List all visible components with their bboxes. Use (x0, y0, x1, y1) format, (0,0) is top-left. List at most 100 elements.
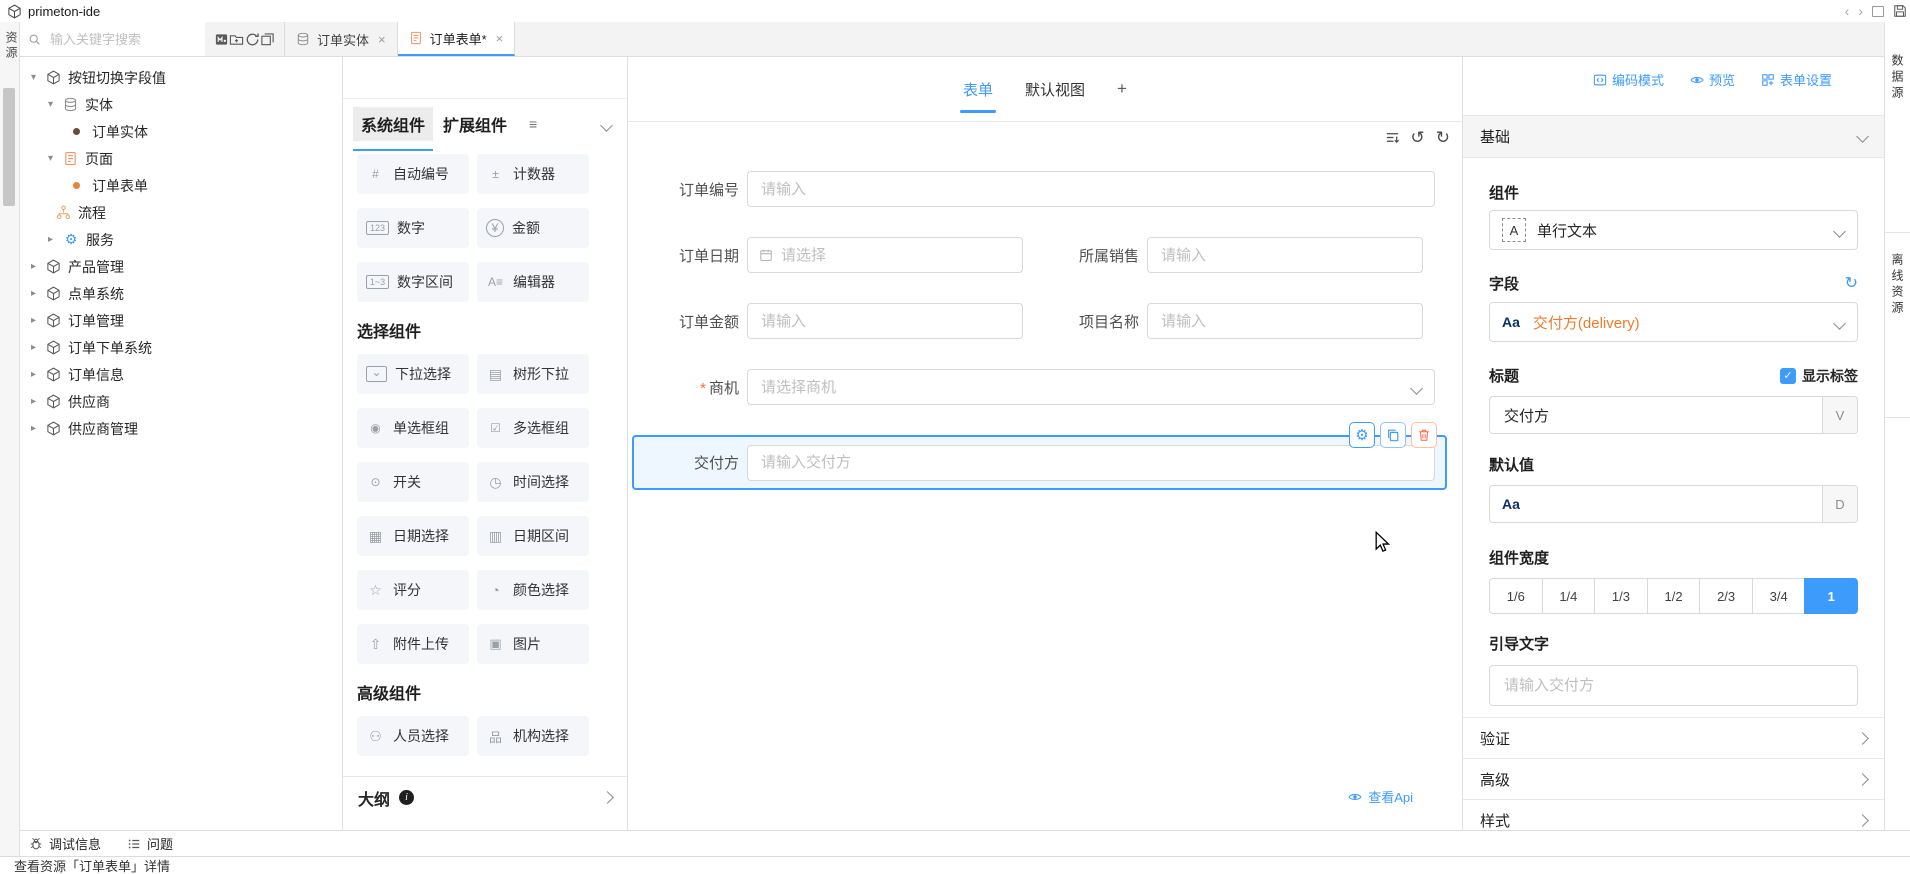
default-dynamic-button[interactable]: D (1822, 486, 1857, 522)
width-option[interactable]: 1/2 (1647, 578, 1701, 614)
undo-icon[interactable]: ↺ (1411, 129, 1425, 146)
field-select[interactable]: Aa 交付方(delivery) (1489, 302, 1858, 342)
section-advanced[interactable]: 高级 (1463, 758, 1884, 799)
tree-item[interactable]: ▸点单系统 (20, 280, 342, 307)
width-option-selected[interactable]: 1 (1804, 578, 1858, 614)
redo-icon[interactable]: ↻ (1436, 129, 1450, 146)
expand-arrow-icon[interactable]: ▾ (45, 99, 56, 110)
palette-item-number[interactable]: 123数字 (357, 208, 469, 248)
close-tab-icon[interactable]: × (378, 32, 386, 47)
code-mode-button[interactable]: 编码模式 (1593, 70, 1664, 89)
order-date-input[interactable] (747, 237, 1023, 273)
save-icon[interactable] (1893, 4, 1907, 18)
palette-item-number-range[interactable]: 1~3数字区间 (357, 262, 469, 302)
nav-back-icon[interactable]: ‹ (1845, 4, 1850, 18)
palette-item-date-picker[interactable]: ▦日期选择 (357, 516, 469, 556)
guide-text-field[interactable] (1489, 665, 1858, 706)
palette-item-time-picker[interactable]: ◷时间选择 (477, 462, 589, 502)
expand-arrow-icon[interactable]: ▸ (28, 315, 39, 326)
outline-expand-icon[interactable] (601, 791, 614, 804)
palette-item-radio-group[interactable]: ◉单选框组 (357, 408, 469, 448)
field-copy-button[interactable] (1380, 422, 1406, 448)
expand-arrow-icon[interactable]: ▸ (28, 396, 39, 407)
tree-item[interactable]: 订单实体 (20, 118, 342, 145)
show-label-checkbox[interactable]: ✓ 显示标签 (1780, 366, 1858, 386)
order-no-input[interactable] (747, 171, 1435, 207)
tree-item[interactable]: ▾实体 (20, 91, 342, 118)
tree-item[interactable]: 订单表单 (20, 172, 342, 199)
palette-item-image[interactable]: ▣图片 (477, 624, 589, 664)
form-settings-button[interactable]: 表单设置 (1761, 70, 1832, 89)
field-row-order-no[interactable]: 订单编号 (628, 171, 1462, 207)
palette-item-attachment-upload[interactable]: ⇧附件上传 (357, 624, 469, 664)
nav-forward-icon[interactable]: › (1858, 4, 1863, 18)
delivery-input[interactable] (747, 445, 1435, 481)
view-api-link[interactable]: 查看Api (1348, 787, 1413, 806)
palette-collapse-icon[interactable] (600, 119, 613, 132)
default-value-input[interactable]: Aa (1490, 486, 1822, 522)
tab-form[interactable]: 表单 (963, 79, 993, 100)
refresh-field-icon[interactable]: ↻ (1845, 276, 1858, 292)
outline-bar[interactable]: 大纲 i (343, 776, 627, 818)
palette-item-tree-dropdown[interactable]: ▤树形下拉 (477, 354, 589, 394)
title-input[interactable] (1502, 406, 1810, 425)
expand-arrow-icon[interactable]: ▸ (28, 423, 39, 434)
palette-item-money[interactable]: ¥金额 (477, 208, 589, 248)
doc-tab-order-entity[interactable]: 订单实体 × (285, 22, 398, 56)
expand-arrow-icon[interactable]: ▾ (45, 153, 56, 164)
tab-extended-components[interactable]: 扩展组件 (435, 107, 515, 141)
doc-tab-order-form[interactable]: 订单表单* × (398, 22, 516, 56)
palette-item-auto-number[interactable]: #自动编号 (357, 154, 469, 194)
preview-button[interactable]: 预览 (1690, 70, 1735, 89)
width-option[interactable]: 3/4 (1752, 578, 1806, 614)
problems-button[interactable]: 问题 (127, 834, 173, 853)
tree-item[interactable]: ▸订单下单系统 (20, 334, 342, 361)
tab-system-components[interactable]: 系统组件 (353, 107, 433, 141)
palette-item-switch[interactable]: ⊙开关 (357, 462, 469, 502)
resources-strip-label[interactable]: 资源 (3, 31, 20, 61)
palette-item-dropdown[interactable]: ⌄下拉选择 (357, 354, 469, 394)
palette-item-editor[interactable]: A≡编辑器 (477, 262, 589, 302)
offline-resources-strip-tab[interactable]: 离线资源 (1885, 233, 1910, 418)
collapse-panels-icon[interactable] (260, 32, 275, 47)
component-select[interactable]: A 单行文本 (1489, 210, 1858, 250)
expand-arrow-icon[interactable]: ▸ (45, 234, 56, 245)
palette-menu-icon[interactable]: ≡ (529, 116, 537, 132)
tab-default-view[interactable]: 默认视图 (1025, 79, 1085, 100)
tree-item[interactable]: ▸订单信息 (20, 361, 342, 388)
section-validation[interactable]: 验证 (1463, 717, 1884, 758)
palette-item-checkbox-group[interactable]: ☑多选框组 (477, 408, 589, 448)
datasource-strip-tab[interactable]: 数据源 (1885, 22, 1910, 233)
expand-arrow-icon[interactable]: ▸ (28, 369, 39, 380)
palette-item-org-select[interactable]: 品机构选择 (477, 716, 589, 756)
palette-item-date-range[interactable]: ▥日期区间 (477, 516, 589, 556)
expand-arrow-icon[interactable]: ▸ (28, 261, 39, 272)
search-input[interactable] (48, 31, 187, 48)
field-settings-button[interactable]: ⚙ (1349, 422, 1375, 448)
palette-item-rate[interactable]: ☆评分 (357, 570, 469, 610)
palette-item-person-select[interactable]: ⚇人员选择 (357, 716, 469, 756)
model-view-icon[interactable] (214, 32, 229, 47)
tree-item[interactable]: ▾页面 (20, 145, 342, 172)
expand-arrow-icon[interactable]: ▸ (28, 288, 39, 299)
tree-item[interactable]: ▸供应商 (20, 388, 342, 415)
opportunity-select[interactable] (747, 369, 1435, 405)
tree-item[interactable]: ▸供应商管理 (20, 415, 342, 442)
tree-item[interactable]: ▸订单管理 (20, 307, 342, 334)
palette-item-counter[interactable]: ±计数器 (477, 154, 589, 194)
tree-item[interactable]: ▸⚙服务 (20, 226, 342, 253)
width-option[interactable]: 1/4 (1542, 578, 1596, 614)
checkbox-checked-icon[interactable]: ✓ (1780, 368, 1796, 384)
width-option[interactable]: 1/3 (1594, 578, 1648, 614)
tree-item[interactable]: ▸产品管理 (20, 253, 342, 280)
palette-item-color-picker[interactable]: ◔颜色选择 (477, 570, 589, 610)
width-option[interactable]: 1/6 (1489, 578, 1543, 614)
title-variable-button[interactable]: V (1822, 397, 1857, 433)
field-delete-button[interactable] (1411, 422, 1437, 448)
tree-item[interactable]: 流程 (20, 199, 342, 226)
field-row-opportunity[interactable]: *商机 (628, 369, 1462, 405)
project-name-input[interactable] (1147, 303, 1423, 339)
selected-field-delivery[interactable]: 交付方 ⚙ (632, 435, 1447, 490)
close-tab-icon[interactable]: × (496, 31, 504, 46)
add-view-button[interactable]: + (1117, 79, 1127, 99)
